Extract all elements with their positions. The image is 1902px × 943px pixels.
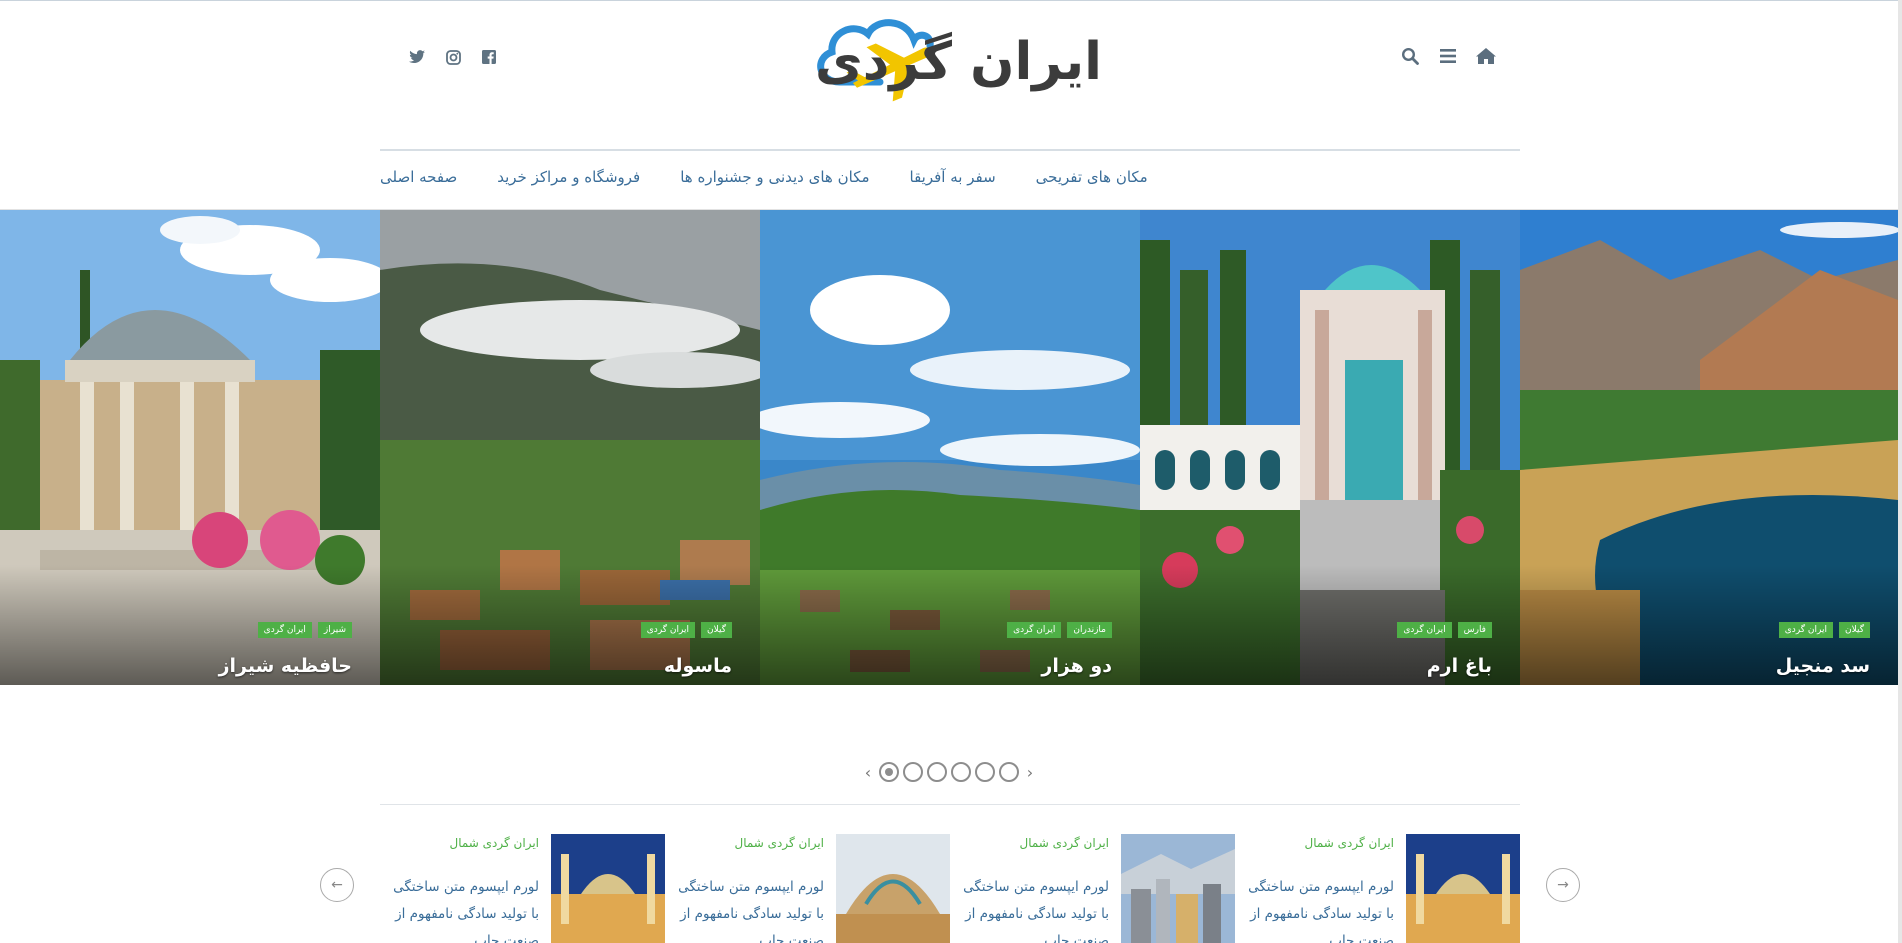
nav-item-shopping[interactable]: فروشگاه و مراکز خرید bbox=[497, 168, 640, 196]
menu-icon[interactable] bbox=[1436, 44, 1460, 68]
post-thumbnail[interactable] bbox=[836, 834, 950, 943]
post-thumbnail[interactable] bbox=[1406, 834, 1520, 943]
slide-tags: مازندران ایران گردی bbox=[1007, 622, 1112, 638]
pager-dot-2[interactable] bbox=[903, 762, 923, 782]
instagram-icon[interactable] bbox=[442, 46, 464, 68]
search-icon[interactable] bbox=[1398, 44, 1422, 68]
pager-dot-5[interactable] bbox=[975, 762, 995, 782]
pager-dot-6[interactable] bbox=[999, 762, 1019, 782]
site-logo[interactable]: ایران گردی bbox=[810, 10, 1103, 108]
slide-title[interactable]: دو هزار bbox=[1041, 655, 1112, 677]
slider-next-arrow[interactable]: › bbox=[1023, 763, 1037, 782]
slide-tags: شیراز ایران گردی bbox=[257, 622, 352, 638]
post-excerpt[interactable]: لورم ایپسوم متن ساختگی با تولید سادگی نا… bbox=[1236, 874, 1394, 943]
tag-region[interactable]: مازندران bbox=[1067, 622, 1112, 638]
tag-region[interactable]: گیلان bbox=[701, 622, 732, 638]
tag-region[interactable]: فارس bbox=[1457, 622, 1492, 638]
tag-region[interactable]: گیلان bbox=[1839, 622, 1870, 638]
vertical-scrollbar[interactable] bbox=[1898, 0, 1902, 943]
carousel-prev-button[interactable]: ← bbox=[320, 868, 354, 902]
slide-tags: گیلان ایران گردی bbox=[640, 622, 732, 638]
post-card[interactable]: ایران گردی شمال لورم ایپسوم متن ساختگی ب… bbox=[950, 834, 1235, 943]
section-divider bbox=[380, 804, 1520, 805]
tag-category[interactable]: ایران گردی bbox=[1778, 622, 1834, 638]
nav-item-africa[interactable]: سفر به آفریقا bbox=[910, 168, 996, 196]
post-thumbnail[interactable] bbox=[1121, 834, 1235, 943]
tag-region[interactable]: شیراز bbox=[317, 622, 352, 638]
post-category[interactable]: ایران گردی شمال bbox=[1019, 836, 1109, 850]
slider-prev-arrow[interactable]: ‹ bbox=[861, 763, 875, 782]
slide-title[interactable]: ماسوله bbox=[664, 655, 732, 677]
slide-tags: فارس ایران گردی bbox=[1397, 622, 1492, 638]
slide-bagh-eram[interactable]: فارس ایران گردی باغ ارم bbox=[1140, 210, 1520, 685]
pager-dot-3[interactable] bbox=[927, 762, 947, 782]
slide-hafezieh[interactable]: شیراز ایران گردی حافظیه شیراز bbox=[0, 210, 380, 685]
pager-dot-1[interactable] bbox=[879, 762, 899, 782]
nav-item-home[interactable]: صفحه اصلی bbox=[380, 168, 457, 196]
featured-slider: شیراز ایران گردی حافظیه شیراز گیلان ایرا… bbox=[0, 209, 1898, 685]
post-category[interactable]: ایران گردی شمال bbox=[1304, 836, 1394, 850]
carousel-next-button[interactable]: → bbox=[1546, 868, 1580, 902]
logo-text: ایران گردی bbox=[815, 32, 1103, 92]
header-divider bbox=[380, 149, 1520, 151]
post-thumbnail[interactable] bbox=[551, 834, 665, 943]
post-card[interactable]: ایران گردی شمال لورم ایپسوم متن ساختگی ب… bbox=[1235, 834, 1520, 943]
facebook-icon[interactable] bbox=[478, 46, 500, 68]
slide-masuleh[interactable]: گیلان ایران گردی ماسوله bbox=[380, 210, 760, 685]
header-tools bbox=[1398, 44, 1498, 68]
slide-title[interactable]: باغ ارم bbox=[1427, 655, 1492, 677]
nav-item-recreation[interactable]: مکان های تفریحی bbox=[1036, 168, 1148, 196]
social-links bbox=[406, 46, 500, 68]
post-card[interactable]: ایران گردی شمال لورم ایپسوم متن ساختگی ب… bbox=[665, 834, 950, 943]
post-excerpt[interactable]: لورم ایپسوم متن ساختگی با تولید سادگی نا… bbox=[951, 874, 1109, 943]
post-category[interactable]: ایران گردی شمال bbox=[734, 836, 824, 850]
tag-category[interactable]: ایران گردی bbox=[1007, 622, 1062, 638]
slide-manjil[interactable]: گیلان ایران گردی سد منجیل bbox=[1520, 210, 1898, 685]
slide-title[interactable]: سد منجیل bbox=[1776, 655, 1870, 677]
slide-tags: گیلان ایران گردی bbox=[1778, 622, 1870, 638]
site-header: ایران گردی bbox=[380, 0, 1520, 151]
twitter-icon[interactable] bbox=[406, 46, 428, 68]
pager-dot-4[interactable] bbox=[951, 762, 971, 782]
tag-category[interactable]: ایران گردی bbox=[257, 622, 312, 638]
post-excerpt[interactable]: لورم ایپسوم متن ساختگی با تولید سادگی نا… bbox=[381, 874, 539, 943]
post-excerpt[interactable]: لورم ایپسوم متن ساختگی با تولید سادگی نا… bbox=[666, 874, 824, 943]
home-icon[interactable] bbox=[1474, 44, 1498, 68]
tag-category[interactable]: ایران گردی bbox=[640, 622, 696, 638]
post-card[interactable]: ایران گردی شمال لورم ایپسوم متن ساختگی ب… bbox=[380, 834, 665, 943]
slide-do-hezar[interactable]: مازندران ایران گردی دو هزار bbox=[760, 210, 1140, 685]
tag-category[interactable]: ایران گردی bbox=[1397, 622, 1452, 638]
post-category[interactable]: ایران گردی شمال bbox=[449, 836, 539, 850]
post-cards: ایران گردی شمال لورم ایپسوم متن ساختگی ب… bbox=[380, 834, 1520, 943]
slider-pagination: ‹ › bbox=[861, 762, 1037, 782]
slide-title[interactable]: حافظیه شیراز bbox=[219, 655, 352, 677]
main-nav: صفحه اصلی فروشگاه و مراکز خرید مکان های … bbox=[380, 168, 1520, 196]
nav-item-sights[interactable]: مکان های دیدنی و جشنواره ها bbox=[680, 168, 869, 196]
